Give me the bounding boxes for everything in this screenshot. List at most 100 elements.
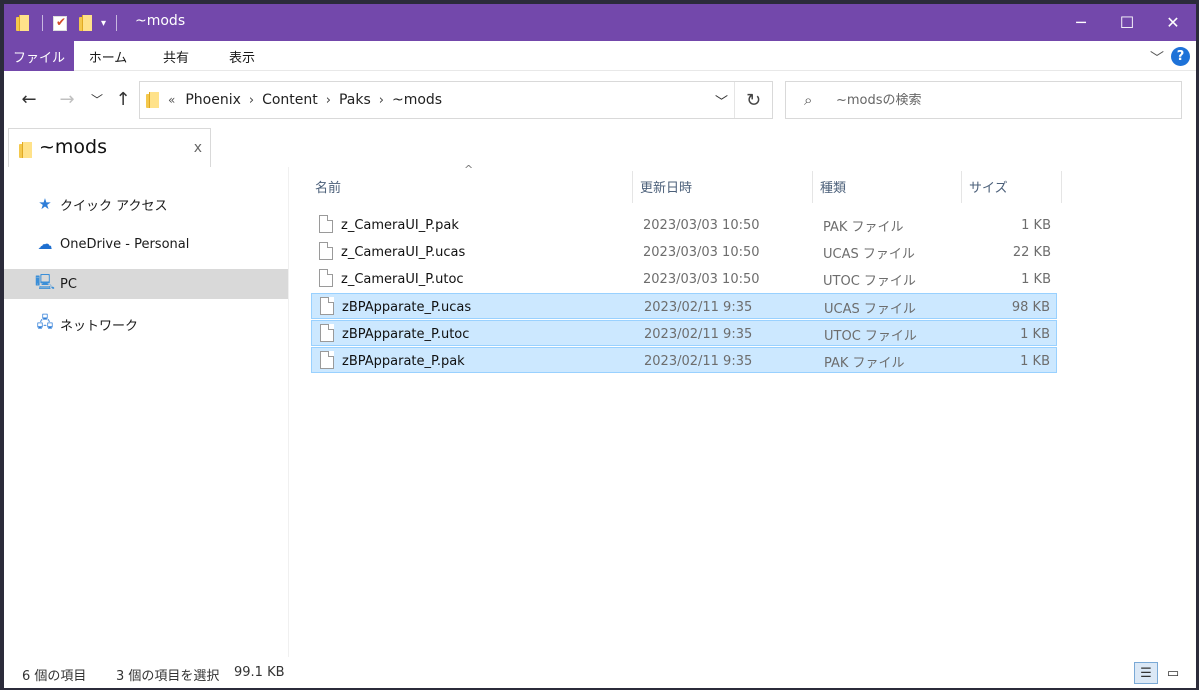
folder-icon	[146, 92, 160, 108]
navigation-pane: ★ クイック アクセス ☁ OneDrive - Personal 🖳 PC 🖧…	[4, 167, 289, 657]
file-row[interactable]: z_CameraUI_P.utoc 2023/03/03 10:50 UTOC ファ…	[311, 266, 1057, 292]
file-type: PAK ファイル	[823, 219, 904, 235]
file-icon	[320, 351, 334, 369]
properties-icon[interactable]	[53, 15, 67, 31]
tab-share[interactable]: 共有	[144, 41, 208, 71]
file-row[interactable]: zBPApparate_P.utoc 2023/02/11 9:35 UTOC ファ…	[311, 320, 1057, 346]
column-divider[interactable]	[632, 171, 633, 203]
search-box[interactable]: ⌕	[785, 81, 1182, 119]
quick-access-toolbar: ▾	[16, 14, 118, 32]
star-icon: ★	[38, 195, 52, 213]
file-list: ^ 名前 更新日時 種類 サイズ z_CameraUI_P.pak 2023/03…	[294, 163, 1194, 657]
file-type: UCAS ファイル	[824, 301, 916, 317]
file-name: z_CameraUI_P.pak	[341, 217, 459, 233]
details-view-icon: ☰	[1140, 665, 1152, 681]
column-divider[interactable]	[961, 171, 962, 203]
close-button[interactable]: ✕	[1150, 4, 1196, 41]
file-icon	[319, 269, 333, 287]
navigation-bar: ← → ﹀ ↑ « Phoenix › Content › Paks › ~mo…	[4, 71, 1196, 127]
title-bar: ▾ ~mods ─ ☐ ✕	[4, 4, 1196, 41]
file-name: zBPApparate_P.pak	[342, 353, 465, 369]
breadcrumb-item[interactable]: ~mods	[392, 92, 442, 108]
details-view-button[interactable]: ☰	[1134, 662, 1158, 684]
sidebar-item-onedrive[interactable]: ☁ OneDrive - Personal	[4, 229, 288, 259]
breadcrumb-separator-icon[interactable]: ›	[379, 93, 384, 108]
search-icon: ⌕	[804, 91, 813, 109]
file-icon	[319, 215, 333, 233]
file-date: 2023/02/11 9:35	[644, 353, 753, 369]
breadcrumb-separator-icon[interactable]: ›	[249, 93, 254, 108]
chevron-down-icon[interactable]: ﹀	[715, 91, 728, 110]
sidebar-item-quick-access[interactable]: ★ クイック アクセス	[4, 189, 288, 219]
chevron-down-icon[interactable]: ﹀	[1150, 48, 1164, 68]
column-header-label: 種類	[820, 180, 847, 196]
explorer-window: ▾ ~mods ─ ☐ ✕ ファイル ホーム 共有 表示 ﹀ ? ← → ﹀ ↑…	[4, 4, 1196, 688]
file-row[interactable]: zBPApparate_P.pak 2023/02/11 9:35 PAK ファイル…	[311, 347, 1057, 373]
recent-locations-button[interactable]: ﹀	[86, 88, 108, 110]
forward-button[interactable]: →	[56, 88, 78, 110]
help-icon[interactable]: ?	[1171, 47, 1190, 66]
sidebar-item-network[interactable]: 🖧 ネットワーク	[4, 309, 288, 339]
file-size: 1 KB	[1020, 353, 1050, 369]
sidebar-item-label: PC	[60, 276, 77, 292]
back-button[interactable]: ←	[18, 88, 40, 110]
file-row[interactable]: zBPApparate_P.ucas 2023/02/11 9:35 UCAS ファ…	[311, 293, 1057, 319]
breadcrumb: « Phoenix › Content › Paks › ~mods	[146, 82, 450, 118]
arrow-up-icon: ↑	[115, 88, 131, 110]
sidebar-item-label: ネットワーク	[60, 318, 139, 334]
tab-file[interactable]: ファイル	[4, 41, 74, 71]
maximize-icon: ☐	[1119, 13, 1135, 32]
chevron-down-icon: ﹀	[90, 92, 103, 107]
new-folder-icon[interactable]	[79, 15, 93, 31]
folder-tab[interactable]: ~mods x	[8, 128, 211, 168]
cloud-icon: ☁	[37, 235, 53, 253]
close-tab-icon[interactable]: x	[194, 140, 202, 156]
toolbar-separator	[116, 15, 118, 31]
customize-toolbar-icon[interactable]: ▾	[101, 18, 106, 29]
file-type: UTOC ファイル	[824, 328, 917, 344]
folder-icon	[19, 142, 33, 158]
address-bar[interactable]: « Phoenix › Content › Paks › ~mods ﹀ ↻	[139, 81, 773, 119]
up-button[interactable]: ↑	[112, 88, 134, 110]
ribbon: ファイル ホーム 共有 表示 ﹀ ?	[4, 41, 1196, 71]
refresh-button[interactable]: ↻	[734, 82, 772, 118]
file-size: 1 KB	[1020, 326, 1050, 342]
minimize-button[interactable]: ─	[1058, 4, 1104, 41]
maximize-button[interactable]: ☐	[1104, 4, 1150, 41]
column-header-label: 名前	[315, 180, 342, 196]
column-header-size[interactable]: サイズ	[969, 167, 1059, 205]
column-header-date[interactable]: 更新日時	[640, 167, 812, 205]
file-date: 2023/02/11 9:35	[644, 299, 753, 315]
arrow-right-icon: →	[59, 88, 75, 110]
file-name: zBPApparate_P.utoc	[342, 326, 470, 342]
column-header-name[interactable]: 名前	[315, 167, 631, 205]
status-bar: 6 個の項目 3 個の項目を選択 99.1 KB ☰ ▭	[4, 657, 1196, 688]
column-divider[interactable]	[1061, 171, 1062, 203]
large-icons-view-button[interactable]: ▭	[1161, 662, 1185, 684]
tab-home[interactable]: ホーム	[76, 41, 140, 71]
computer-icon: 🖳	[34, 272, 55, 291]
breadcrumb-item[interactable]: Content	[262, 92, 318, 108]
minimize-icon: ─	[1076, 13, 1086, 32]
tab-view[interactable]: 表示	[210, 41, 274, 71]
breadcrumb-separator-icon[interactable]: ›	[326, 93, 331, 108]
close-icon: ✕	[1166, 13, 1180, 32]
file-icon	[320, 297, 334, 315]
column-header-type[interactable]: 種類	[820, 167, 960, 205]
file-row[interactable]: z_CameraUI_P.pak 2023/03/03 10:50 PAK ファイル…	[311, 212, 1057, 238]
search-input[interactable]	[836, 92, 1156, 108]
file-row[interactable]: z_CameraUI_P.ucas 2023/03/03 10:50 UCAS ファ…	[311, 239, 1057, 265]
sidebar-item-pc[interactable]: 🖳 PC	[4, 269, 288, 299]
file-name: z_CameraUI_P.ucas	[341, 244, 466, 260]
folder-icon	[16, 15, 30, 31]
file-type: UTOC ファイル	[823, 273, 916, 289]
breadcrumb-item[interactable]: Paks	[339, 92, 371, 108]
column-header-label: 更新日時	[640, 180, 693, 196]
window-title: ~mods	[135, 13, 186, 29]
breadcrumb-item[interactable]: Phoenix	[185, 92, 241, 108]
sidebar-item-label: OneDrive - Personal	[60, 236, 190, 252]
file-name: zBPApparate_P.ucas	[342, 299, 472, 315]
column-divider[interactable]	[812, 171, 813, 203]
breadcrumb-overflow[interactable]: «	[168, 93, 175, 107]
file-type: UCAS ファイル	[823, 246, 915, 262]
